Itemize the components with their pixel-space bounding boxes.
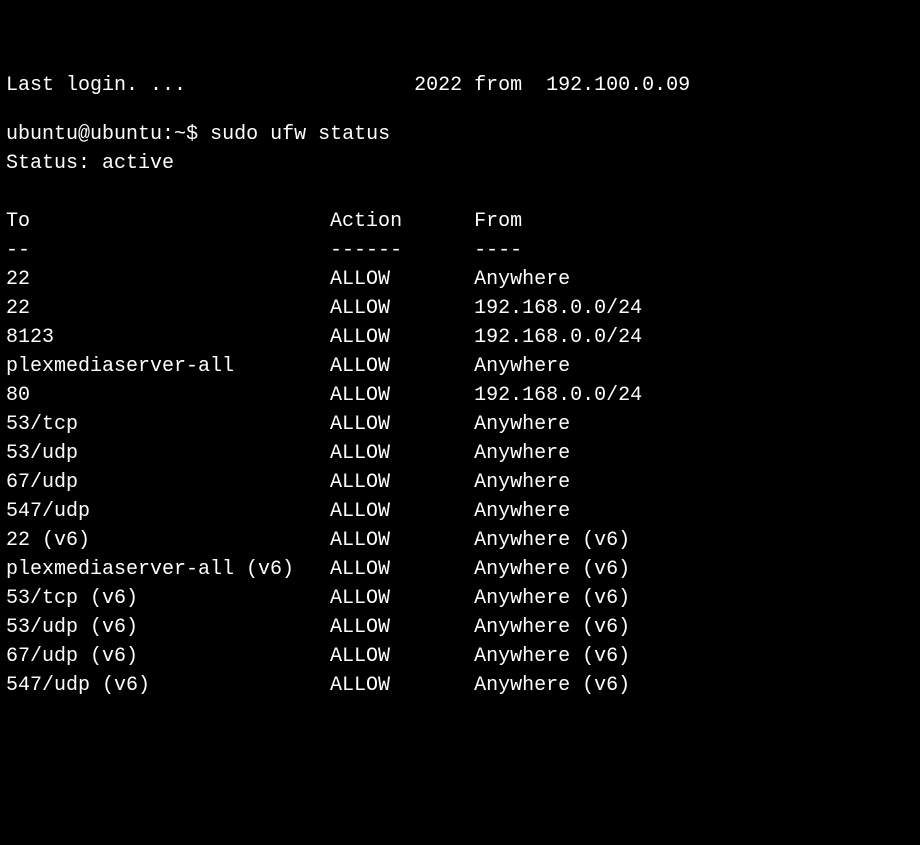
- prompt-userhost: ubuntu@ubuntu: [6, 123, 162, 146]
- table-row: 67/udp (v6) ALLOW Anywhere (v6): [6, 642, 914, 671]
- table-row: 67/udp ALLOW Anywhere: [6, 468, 914, 497]
- table-row: 53/udp ALLOW Anywhere: [6, 439, 914, 468]
- table-header: To Action From: [6, 207, 914, 236]
- command-text: sudo ufw status: [210, 123, 390, 146]
- table-row: 53/tcp ALLOW Anywhere: [6, 410, 914, 439]
- table-row: plexmediaserver-all ALLOW Anywhere: [6, 352, 914, 381]
- table-row: 22 ALLOW 192.168.0.0/24: [6, 294, 914, 323]
- prompt-path: ~: [174, 123, 186, 146]
- blank-line: [6, 178, 914, 207]
- table-separator: -- ------ ----: [6, 236, 914, 265]
- table-row: 80 ALLOW 192.168.0.0/24: [6, 381, 914, 410]
- terminal-output: Last login. ... 2022 from 192.100.0.09ub…: [6, 91, 914, 700]
- table-row: 547/udp ALLOW Anywhere: [6, 497, 914, 526]
- status-line: Status: active: [6, 149, 914, 178]
- table-row: plexmediaserver-all (v6) ALLOW Anywhere …: [6, 555, 914, 584]
- lastlogin-fragment: Last login. ... 2022 from 192.100.0.09: [6, 71, 914, 100]
- table-row: 53/tcp (v6) ALLOW Anywhere (v6): [6, 584, 914, 613]
- table-row: 8123 ALLOW 192.168.0.0/24: [6, 323, 914, 352]
- table-row: 22 (v6) ALLOW Anywhere (v6): [6, 526, 914, 555]
- prompt-line[interactable]: ubuntu@ubuntu:~$ sudo ufw status: [6, 120, 914, 149]
- table-row: 547/udp (v6) ALLOW Anywhere (v6): [6, 671, 914, 700]
- table-row: 22 ALLOW Anywhere: [6, 265, 914, 294]
- table-row: 53/udp (v6) ALLOW Anywhere (v6): [6, 613, 914, 642]
